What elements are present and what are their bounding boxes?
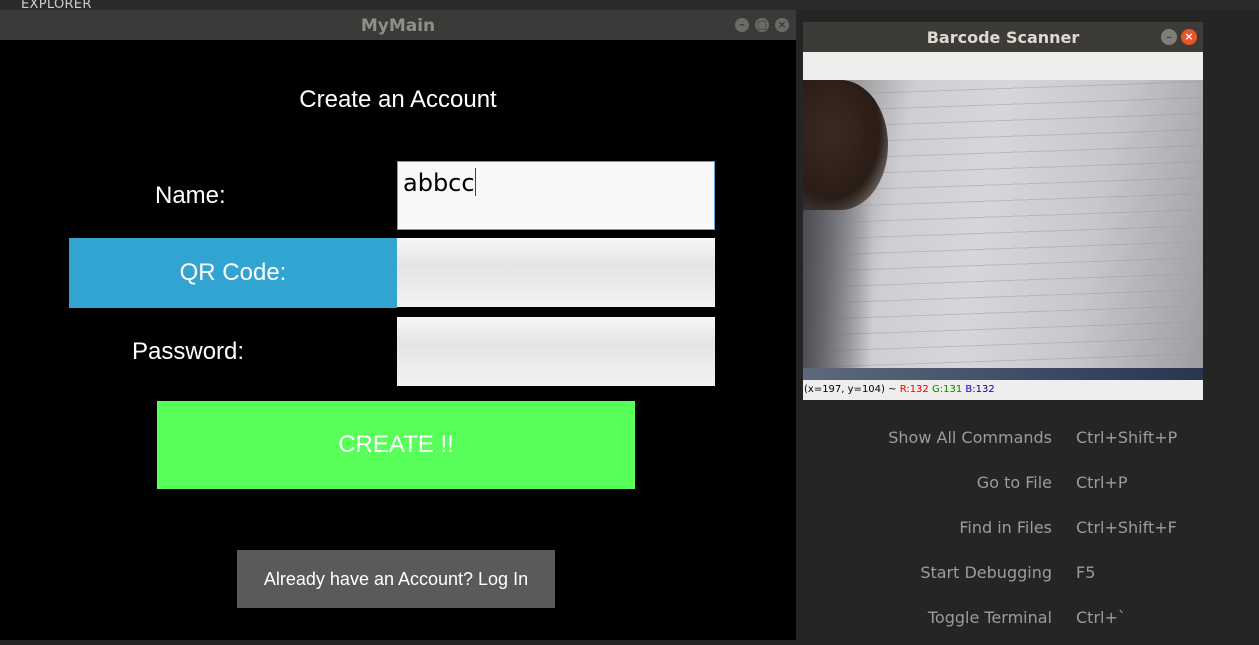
qr-code-button[interactable]: QR Code: <box>69 238 397 308</box>
command-label: Go to File <box>976 473 1052 492</box>
command-toggle-terminal[interactable]: Toggle Terminal Ctrl+` <box>800 598 1259 638</box>
name-input-value: abbcc <box>403 168 476 197</box>
command-label: Start Debugging <box>920 563 1052 582</box>
minimize-icon[interactable]: – <box>1161 29 1177 45</box>
login-button[interactable]: Already have an Account? Log In <box>237 550 555 608</box>
camera-feed <box>803 80 1203 380</box>
status-coords: (x=197, y=104) ~ <box>804 384 897 395</box>
window-title: MyMain <box>360 16 436 36</box>
pixel-status-bar: (x=197, y=104) ~ R:132 G:131 B:132 <box>803 380 1203 400</box>
command-find-in-files[interactable]: Find in Files Ctrl+Shift+F <box>800 508 1259 548</box>
camera-bottom-strip <box>803 368 1203 380</box>
command-start-debugging[interactable]: Start Debugging F5 <box>800 553 1259 593</box>
close-icon[interactable]: × <box>775 18 789 32</box>
status-red: R:132 <box>899 384 929 395</box>
scanner-title: Barcode Scanner <box>926 28 1080 47</box>
minimize-icon[interactable]: – <box>735 18 749 32</box>
desktop-top-bar <box>0 0 1259 10</box>
scanner-toolbar <box>803 52 1203 80</box>
close-icon[interactable]: × <box>1181 29 1197 45</box>
command-label: Toggle Terminal <box>927 608 1052 627</box>
command-shortcut: Ctrl+Shift+F <box>1076 518 1177 537</box>
command-shortcut: Ctrl+` <box>1076 608 1126 627</box>
text-caret <box>474 168 476 196</box>
scanner-titlebar[interactable]: Barcode Scanner – × <box>803 22 1203 52</box>
status-blue: B:132 <box>965 384 995 395</box>
command-shortcut: Ctrl+P <box>1076 473 1128 492</box>
name-input[interactable]: abbcc <box>397 161 715 230</box>
command-shortcut: F5 <box>1076 563 1096 582</box>
command-show-all[interactable]: Show All Commands Ctrl+Shift+P <box>800 418 1259 458</box>
name-label: Name: <box>155 182 226 209</box>
command-go-to-file[interactable]: Go to File Ctrl+P <box>800 463 1259 503</box>
mymain-window: MyMain – □ × Create an Account Name: abb… <box>0 10 796 640</box>
status-green: G:131 <box>931 384 963 395</box>
barcode-scanner-window: Barcode Scanner – × (x=197, y=104) ~ R:1… <box>803 22 1203 400</box>
password-label: Password: <box>132 338 245 365</box>
maximize-icon[interactable]: □ <box>755 18 769 32</box>
password-input[interactable] <box>397 317 715 386</box>
command-shortcut: Ctrl+Shift+P <box>1076 428 1178 447</box>
mymain-titlebar[interactable]: MyMain – □ × <box>0 10 796 40</box>
page-title: Create an Account <box>299 86 497 113</box>
command-label: Find in Files <box>959 518 1052 537</box>
create-button[interactable]: CREATE !! <box>157 401 635 489</box>
form-area: Create an Account Name: abbcc QR Code: P… <box>0 40 796 640</box>
command-label: Show All Commands <box>888 428 1052 447</box>
qr-code-input[interactable] <box>397 238 715 307</box>
